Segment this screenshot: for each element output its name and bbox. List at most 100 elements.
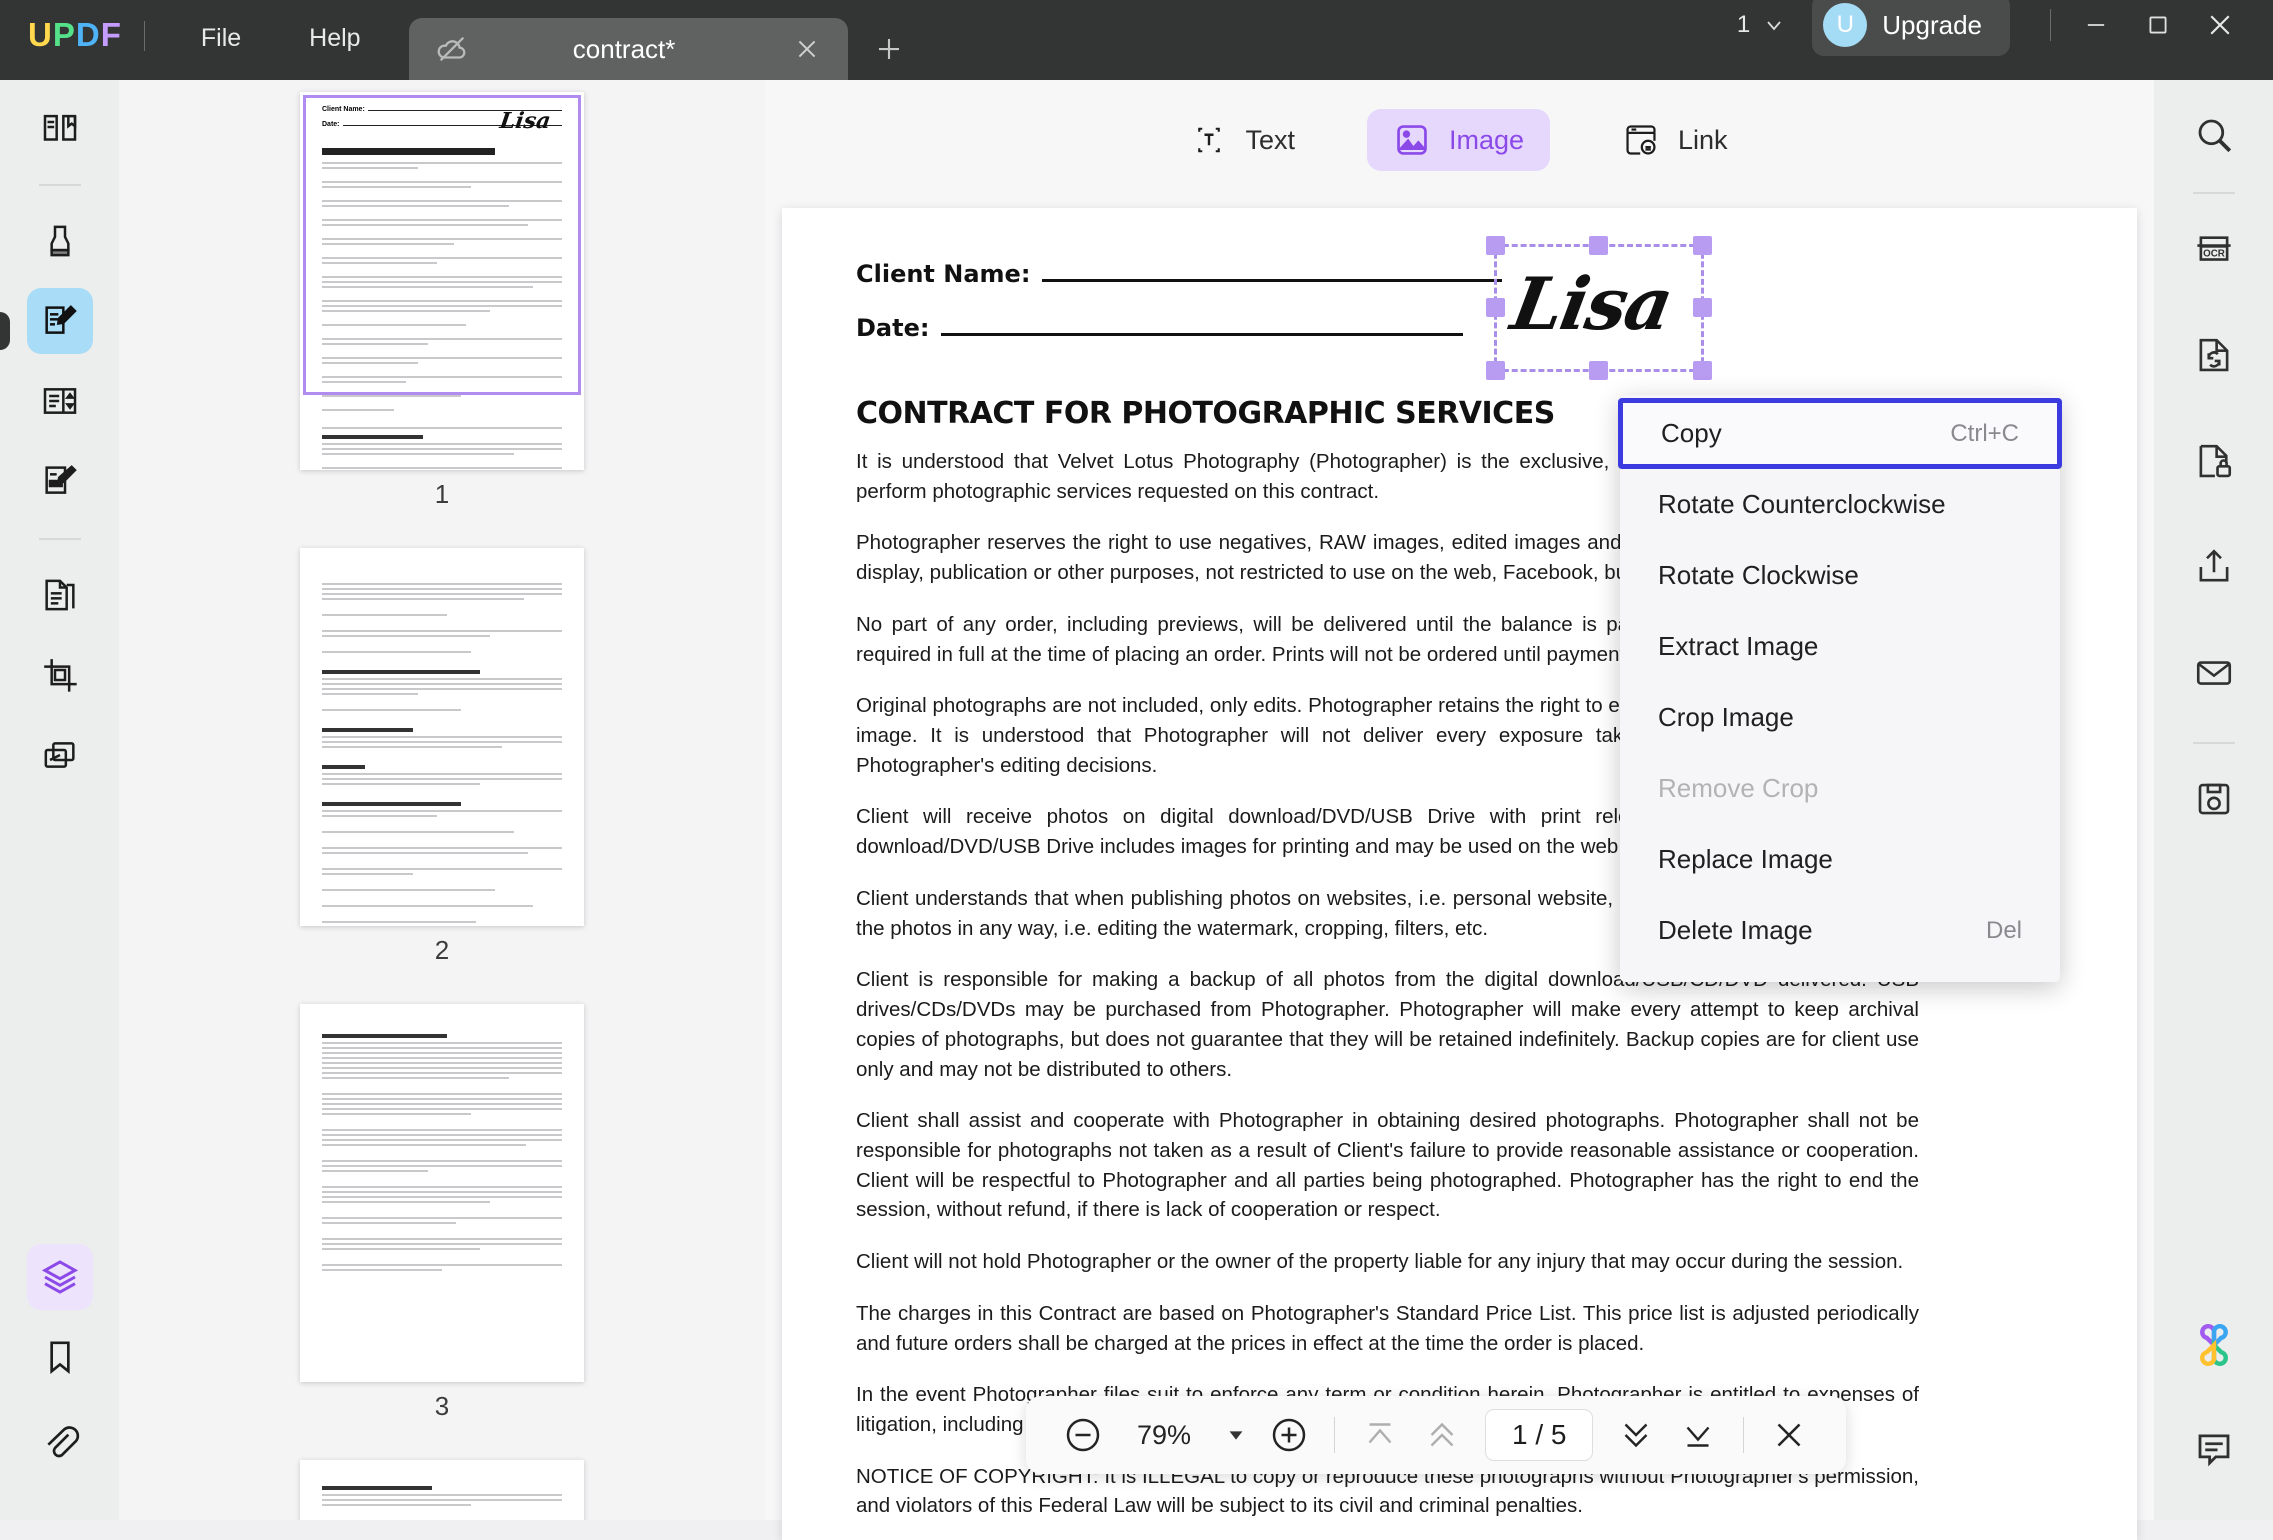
- resize-handle-bottom-right[interactable]: [1693, 361, 1712, 380]
- context-menu-label: Replace Image: [1658, 844, 1833, 875]
- link-tool-icon: [1622, 121, 1660, 159]
- sidebar-item-fill-sign[interactable]: [27, 448, 93, 514]
- rail-divider: [39, 184, 81, 186]
- close-toolbar-button[interactable]: [1760, 1406, 1818, 1464]
- tab-image[interactable]: Image: [1367, 109, 1550, 171]
- resize-handle-bottom-left[interactable]: [1486, 361, 1505, 380]
- close-icon[interactable]: [2189, 3, 2251, 47]
- sidebar-item-organize-pages[interactable]: [27, 368, 93, 434]
- date-rule: [941, 333, 1463, 336]
- client-name-rule: [1042, 279, 1502, 282]
- zoom-out-button[interactable]: [1054, 1406, 1112, 1464]
- avatar: U: [1823, 3, 1867, 47]
- thumbnail-item[interactable]: 2: [119, 548, 765, 1004]
- tab-link[interactable]: Link: [1596, 109, 1754, 171]
- page-thumbnail-1[interactable]: Client Name: Date: Lisa: [300, 92, 584, 470]
- tool-save[interactable]: [2181, 766, 2247, 832]
- first-page-button[interactable]: [1351, 1406, 1409, 1464]
- tab-text-label: Text: [1245, 125, 1295, 156]
- sidebar-item-bookmark[interactable]: [27, 1324, 93, 1390]
- resize-handle-top-left[interactable]: [1486, 236, 1505, 255]
- tool-protect[interactable]: [2181, 428, 2247, 494]
- page-navigation-toolbar: 79% 1 / 5: [1026, 1396, 1846, 1474]
- logo-letter-d: D: [76, 16, 101, 54]
- page-thumbnail-4[interactable]: [300, 1460, 584, 1520]
- thumbnail-label: 3: [435, 1391, 449, 1422]
- sidebar-item-reader[interactable]: [27, 94, 93, 160]
- resize-handle-middle-left[interactable]: [1486, 298, 1505, 317]
- image-context-menu[interactable]: Copy Ctrl+C Rotate Counterclockwise Rota…: [1620, 395, 2060, 982]
- thumbnail-item[interactable]: Client Name: Date: Lisa: [119, 92, 765, 548]
- context-menu-label: Delete Image: [1658, 915, 1813, 946]
- context-menu-item-replace-image[interactable]: Replace Image: [1620, 824, 2060, 895]
- selected-image-bounding-box[interactable]: Lisa: [1494, 244, 1704, 372]
- context-menu-item-crop-image[interactable]: Crop Image: [1620, 682, 2060, 753]
- page-thumbnail-3[interactable]: [300, 1004, 584, 1382]
- context-menu-item-copy[interactable]: Copy Ctrl+C: [1618, 398, 2062, 469]
- context-menu-label: Extract Image: [1658, 631, 1818, 662]
- add-tab-icon[interactable]: [874, 34, 904, 64]
- zoom-in-button[interactable]: [1260, 1406, 1318, 1464]
- upgrade-button[interactable]: U Upgrade: [1812, 0, 2010, 56]
- resize-handle-middle-right[interactable]: [1693, 298, 1712, 317]
- tab-title: contract*: [455, 34, 794, 65]
- tool-share[interactable]: [2181, 534, 2247, 600]
- context-menu-label: Remove Crop: [1658, 773, 1818, 804]
- tool-comments[interactable]: [2181, 1416, 2247, 1482]
- context-menu-item-delete-image[interactable]: Delete Image Del: [1620, 895, 2060, 966]
- window-doc-count[interactable]: 1: [1737, 11, 1786, 39]
- context-menu-item-rotate-counterclockwise[interactable]: Rotate Counterclockwise: [1620, 469, 2060, 540]
- next-page-button[interactable]: [1607, 1406, 1665, 1464]
- page-indicator[interactable]: 1 / 5: [1485, 1409, 1593, 1461]
- maximize-icon[interactable]: [2127, 3, 2189, 47]
- tool-ocr[interactable]: OCR: [2181, 216, 2247, 282]
- page-thumbnail-panel[interactable]: Client Name: Date: Lisa: [119, 80, 765, 1520]
- sidebar-item-attachment[interactable]: [27, 1410, 93, 1476]
- sidebar-item-crop[interactable]: [27, 642, 93, 708]
- tab-text[interactable]: Text: [1165, 110, 1321, 170]
- menu-file[interactable]: File: [167, 24, 275, 80]
- doc-count-value: 1: [1737, 11, 1750, 39]
- resize-handle-bottom-center[interactable]: [1589, 361, 1608, 380]
- last-page-button[interactable]: [1669, 1406, 1727, 1464]
- context-menu-label: Copy: [1661, 418, 1722, 449]
- signature-image[interactable]: Lisa: [1506, 261, 1678, 346]
- zoom-level-value[interactable]: 79%: [1116, 1420, 1212, 1451]
- sidebar-item-edit-pdf[interactable]: [27, 288, 93, 354]
- context-menu-item-extract-image[interactable]: Extract Image: [1620, 611, 2060, 682]
- tool-convert[interactable]: [2181, 322, 2247, 388]
- thumbnail-item[interactable]: 4: [119, 1460, 765, 1520]
- menu-help[interactable]: Help: [275, 24, 394, 80]
- close-icon[interactable]: [794, 36, 820, 62]
- previous-page-button[interactable]: [1413, 1406, 1471, 1464]
- document-paragraph: Client will not hold Photographer or the…: [856, 1247, 1919, 1277]
- caret-down-icon[interactable]: [1216, 1406, 1256, 1464]
- toolbar-divider: [1334, 1417, 1335, 1453]
- thumbnail-item[interactable]: 3: [119, 1004, 765, 1460]
- cloud-slash-icon: [435, 32, 469, 66]
- sidebar-item-convert[interactable]: [27, 562, 93, 628]
- sidebar-item-annotate[interactable]: [27, 208, 93, 274]
- titlebar-right-group: 1 U Upgrade: [1737, 0, 2273, 80]
- page-thumbnail-2[interactable]: [300, 548, 584, 926]
- tab-bar: contract*: [409, 18, 904, 80]
- tool-email[interactable]: [2181, 640, 2247, 706]
- date-field: Date:: [856, 314, 2063, 342]
- thumbnail-label: 1: [435, 479, 449, 510]
- left-tool-rail: [0, 80, 119, 1520]
- sidebar-item-layers[interactable]: [27, 1244, 93, 1310]
- tool-ai-assistant[interactable]: [2181, 1312, 2247, 1378]
- resize-handle-top-center[interactable]: [1589, 236, 1608, 255]
- sidebar-item-batch[interactable]: [27, 722, 93, 788]
- context-menu-shortcut: Del: [1986, 917, 2022, 945]
- document-tab[interactable]: contract*: [409, 18, 848, 80]
- upgrade-label: Upgrade: [1882, 10, 1982, 41]
- minimize-icon[interactable]: [2065, 3, 2127, 47]
- svg-text:OCR: OCR: [2203, 249, 2225, 260]
- toolbar-divider: [1743, 1417, 1744, 1453]
- context-menu-item-rotate-clockwise[interactable]: Rotate Clockwise: [1620, 540, 2060, 611]
- tool-search[interactable]: [2181, 102, 2247, 168]
- logo-letter-u: U: [28, 16, 53, 54]
- resize-handle-top-right[interactable]: [1693, 236, 1712, 255]
- rail-divider: [2193, 192, 2235, 194]
